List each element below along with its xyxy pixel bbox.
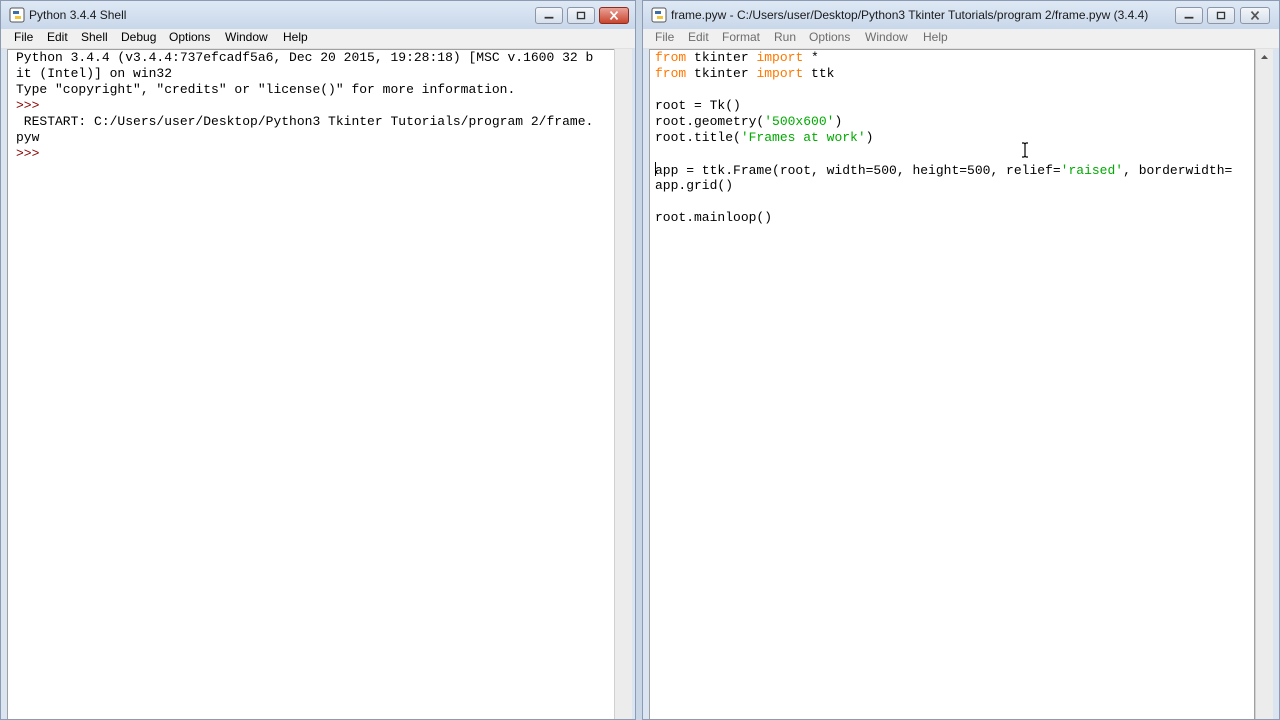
code-text: ) xyxy=(865,130,874,145)
scroll-up-arrow-icon[interactable] xyxy=(1256,49,1273,65)
restore-icon xyxy=(1216,11,1226,20)
menu-file[interactable]: File xyxy=(655,30,674,44)
restore-button[interactable] xyxy=(1207,7,1235,24)
shell-line: RESTART: C:/Users/user/Desktop/Python3 T… xyxy=(16,114,594,129)
restore-icon xyxy=(576,11,586,20)
code-text: * xyxy=(803,50,819,65)
menu-options[interactable]: Options xyxy=(809,30,850,44)
shell-line: pyw xyxy=(16,130,40,145)
menu-run[interactable]: Run xyxy=(774,30,796,44)
shell-prompt: >>> xyxy=(16,146,48,161)
code-line-8: app = ttk.Frame(root, width=500, height=… xyxy=(655,162,1232,178)
mouse-ibeam-cursor-icon xyxy=(1022,142,1028,158)
keyword: from xyxy=(655,66,687,81)
menu-debug[interactable]: Debug xyxy=(121,30,156,44)
close-icon xyxy=(609,10,619,21)
string-literal: 'raised' xyxy=(1060,163,1124,178)
python-file-icon xyxy=(651,7,667,23)
shell-menubar: File Edit Shell Debug Options Window Hel… xyxy=(1,29,635,49)
keyword: import xyxy=(756,50,804,65)
menu-shell[interactable]: Shell xyxy=(81,30,108,44)
menu-options[interactable]: Options xyxy=(169,30,210,44)
menu-window[interactable]: Window xyxy=(225,30,268,44)
code-line-11: root.mainloop() xyxy=(655,210,773,225)
code-text: , borderwidth= xyxy=(1123,163,1233,178)
editor-titlebar[interactable]: frame.pyw - C:/Users/user/Desktop/Python… xyxy=(643,1,1279,29)
shell-titlebar[interactable]: Python 3.4.4 Shell xyxy=(1,1,635,29)
menu-file[interactable]: File xyxy=(14,30,33,44)
minimize-icon xyxy=(1184,16,1194,19)
close-icon xyxy=(1250,10,1260,21)
keyword: import xyxy=(756,66,804,81)
restore-button[interactable] xyxy=(567,7,595,24)
code-line-1: from tkinter import * xyxy=(655,50,1232,66)
code-line-4: root = Tk() xyxy=(655,98,741,113)
minimize-icon xyxy=(544,16,554,19)
close-button[interactable] xyxy=(1240,7,1270,24)
code-line-9: app.grid() xyxy=(655,178,734,193)
string-literal: 'Frames at work' xyxy=(740,130,866,145)
code-line-6: root.title('Frames at work') xyxy=(655,130,1232,146)
close-button[interactable] xyxy=(599,7,629,24)
shell-title: Python 3.4.4 Shell xyxy=(29,8,127,22)
menu-edit[interactable]: Edit xyxy=(688,30,709,44)
shell-text-area[interactable]: Python 3.4.4 (v3.4.4:737efcadf5a6, Dec 2… xyxy=(7,49,615,719)
shell-line: Type "copyright", "credits" or "license(… xyxy=(16,82,516,97)
menu-edit[interactable]: Edit xyxy=(47,30,68,44)
menu-format[interactable]: Format xyxy=(722,30,760,44)
code-line-2: from tkinter import ttk xyxy=(655,66,1232,82)
menu-help[interactable]: Help xyxy=(283,30,308,44)
editor-menubar: File Edit Format Run Options Window Help xyxy=(643,29,1279,49)
minimize-button[interactable] xyxy=(535,7,563,24)
shell-window: Python 3.4.4 Shell File Edit Shell Debug… xyxy=(0,0,636,720)
code-text: tkinter xyxy=(686,50,757,65)
shell-line: Python 3.4.4 (v3.4.4:737efcadf5a6, Dec 2… xyxy=(16,50,594,65)
minimize-button[interactable] xyxy=(1175,7,1203,24)
menu-help[interactable]: Help xyxy=(923,30,948,44)
editor-window: frame.pyw - C:/Users/user/Desktop/Python… xyxy=(642,0,1280,720)
shell-line: it (Intel)] on win32 xyxy=(16,66,173,81)
string-literal: '500x600' xyxy=(764,114,835,129)
code-text: root.title( xyxy=(655,130,741,145)
code-line-5: root.geometry('500x600') xyxy=(655,114,1232,130)
code-text: tkinter xyxy=(686,66,757,81)
keyword: from xyxy=(655,50,687,65)
shell-prompt: >>> xyxy=(16,98,48,113)
editor-scrollbar[interactable] xyxy=(1255,49,1273,719)
menu-window[interactable]: Window xyxy=(865,30,908,44)
editor-title: frame.pyw - C:/Users/user/Desktop/Python… xyxy=(671,8,1149,22)
code-text: ) xyxy=(834,114,843,129)
code-text: app = ttk.Frame(root, width=500, height=… xyxy=(655,163,1061,178)
code-text: ttk xyxy=(803,66,835,81)
editor-text-area[interactable]: from tkinter import * from tkinter import… xyxy=(649,49,1255,719)
shell-scrollbar[interactable] xyxy=(614,49,632,719)
python-icon xyxy=(9,7,25,23)
code-text: root.geometry( xyxy=(655,114,765,129)
